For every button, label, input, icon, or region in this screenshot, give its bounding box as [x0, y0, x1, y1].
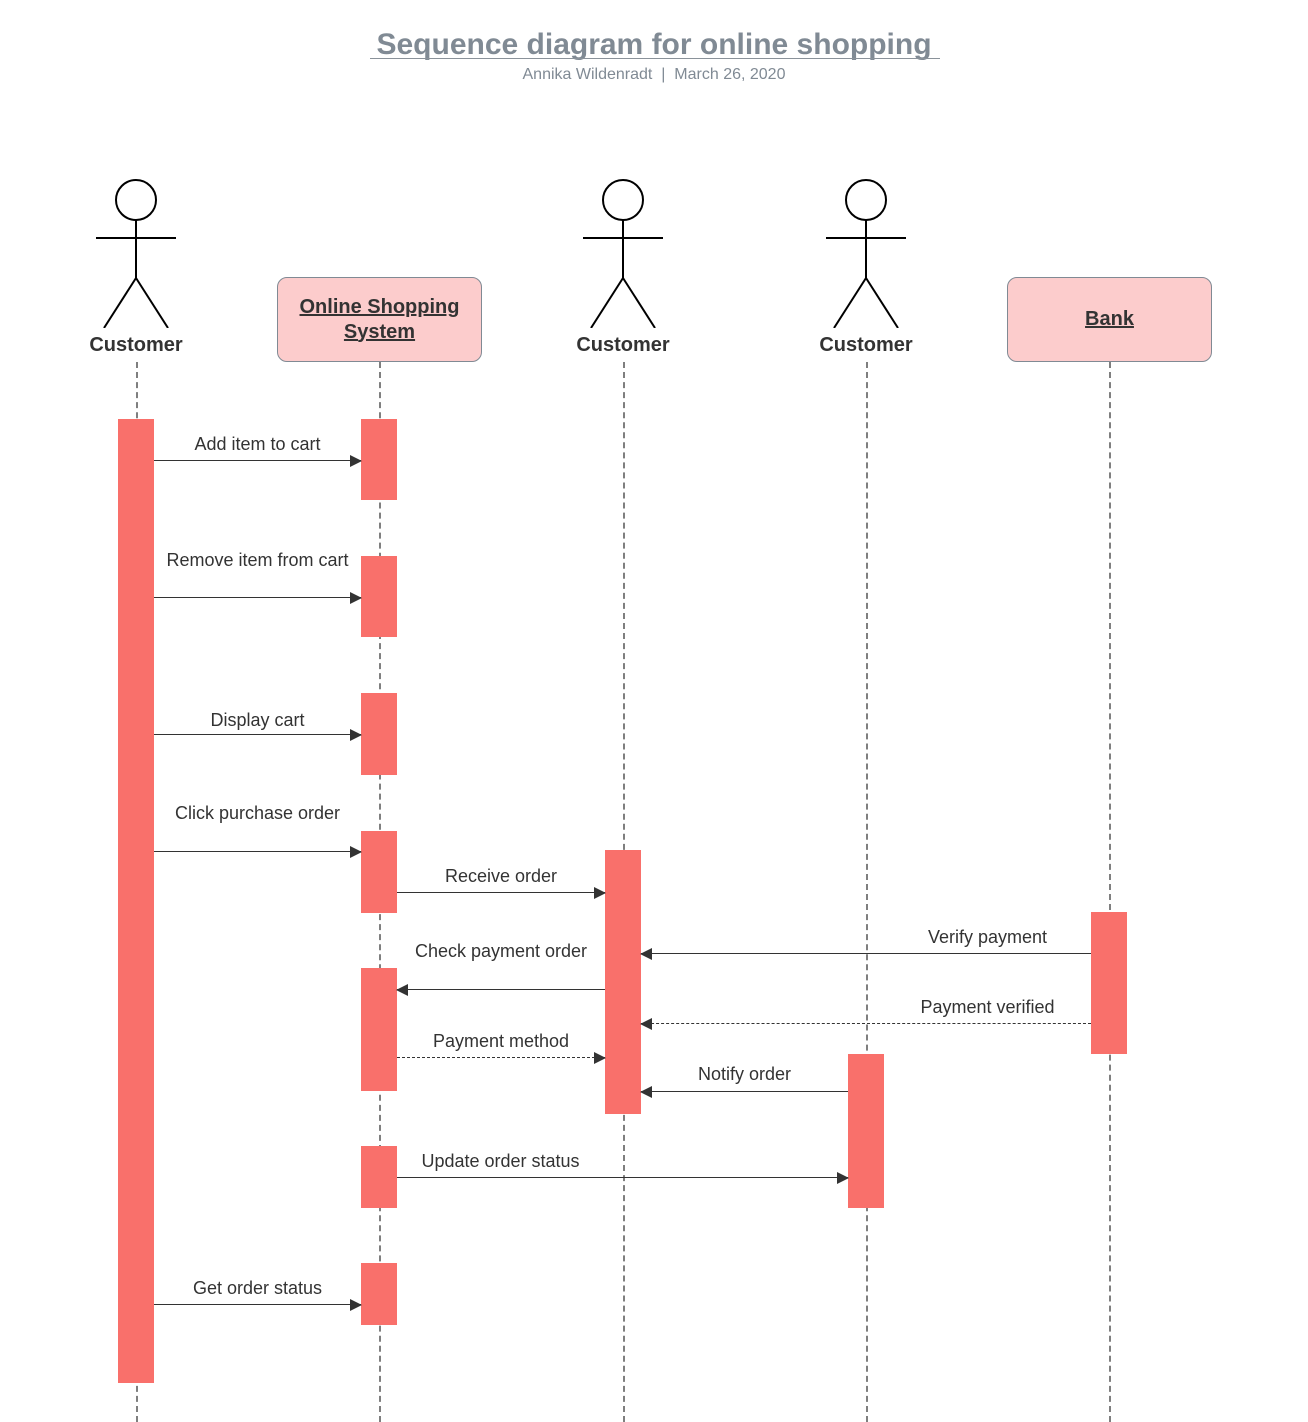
message-label: Display cart — [154, 710, 361, 732]
message-label: Verify payment — [884, 927, 1091, 949]
subtitle-sep: | — [657, 66, 675, 83]
sequence-diagram: Sequence diagram for online shopping Ann… — [0, 0, 1308, 1422]
message-arrow — [154, 851, 361, 852]
message-label: Click purchase order — [154, 803, 361, 825]
message-arrow — [397, 1057, 605, 1058]
actor-customer-3: Customer — [563, 178, 683, 357]
message-arrow — [641, 953, 1091, 954]
activation-system — [361, 831, 397, 913]
message-arrow — [641, 1023, 1091, 1024]
activation-system — [361, 556, 397, 637]
stick-figure-icon — [826, 178, 906, 328]
message-arrow — [397, 1177, 848, 1178]
activation-customer-4 — [848, 1054, 884, 1208]
object-label: Bank — [1085, 307, 1134, 332]
message-arrow — [397, 892, 605, 893]
message-label: Receive order — [397, 866, 605, 888]
message-label: Remove item from cart — [154, 550, 361, 572]
lifeline-customer-4 — [866, 362, 868, 1422]
actor-customer-4: Customer — [806, 178, 926, 357]
stick-figure-icon — [96, 178, 176, 328]
message-label: Payment method — [397, 1031, 605, 1053]
message-label: Update order status — [397, 1151, 604, 1173]
object-bank: Bank — [1007, 277, 1212, 362]
message-label: Notify order — [641, 1064, 848, 1086]
activation-system — [361, 1146, 397, 1208]
object-label: Online Shopping System — [292, 295, 467, 345]
message-arrow — [641, 1091, 848, 1092]
message-arrow — [154, 460, 361, 461]
diagram-title: Sequence diagram for online shopping — [0, 28, 1308, 62]
diagram-date: March 26, 2020 — [674, 66, 785, 83]
message-label: Get order status — [154, 1278, 361, 1300]
activation-system — [361, 1263, 397, 1325]
message-arrow — [154, 1304, 361, 1305]
message-label: Check payment order — [397, 941, 605, 963]
activation-bank — [1091, 912, 1127, 1054]
activation-customer-3 — [605, 850, 641, 1114]
activation-system — [361, 968, 397, 1091]
actor-customer-1: Customer — [76, 178, 196, 357]
message-label: Add item to cart — [154, 434, 361, 456]
actor-label: Customer — [76, 334, 196, 357]
message-arrow — [154, 597, 361, 598]
message-arrow — [397, 989, 605, 990]
activation-system — [361, 419, 397, 500]
diagram-subtitle: Annika Wildenradt | March 26, 2020 — [0, 66, 1308, 84]
activation-customer-1 — [118, 419, 154, 1383]
message-arrow — [154, 734, 361, 735]
actor-label: Customer — [806, 334, 926, 357]
activation-system — [361, 693, 397, 775]
message-label: Payment verified — [884, 997, 1091, 1019]
actor-label: Customer — [563, 334, 683, 357]
author-name: Annika Wildenradt — [523, 66, 653, 83]
title-rule — [370, 58, 940, 59]
object-online-shopping-system: Online Shopping System — [277, 277, 482, 362]
stick-figure-icon — [583, 178, 663, 328]
lifeline-bank — [1109, 362, 1111, 1422]
